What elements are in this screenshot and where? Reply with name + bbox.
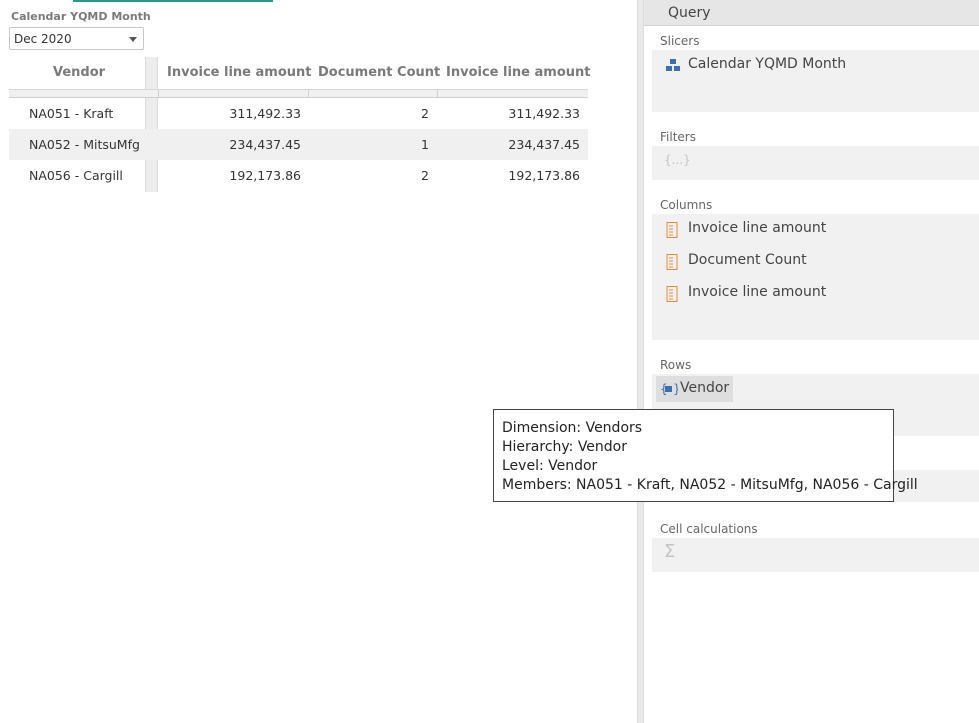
table-row[interactable]: NA052 - MitsuMfg 234,437.45 1 234,437.45	[9, 129, 588, 160]
column-header-document-count[interactable]: Document Count	[318, 57, 440, 89]
cell-invoice-line-amount-2: 311,492.33	[508, 106, 580, 121]
panel-splitter[interactable]	[637, 0, 644, 723]
column-header-vendor[interactable]: Vendor	[53, 57, 105, 89]
page: Calendar YQMD Month Dec 2020 Vendor Invo…	[0, 0, 979, 723]
table-row[interactable]: NA056 - Cargill 192,173.86 2 192,173.86	[9, 160, 588, 191]
hierarchy-icon	[666, 58, 680, 76]
column-divider[interactable]	[158, 90, 159, 98]
query-panel-title: Query	[668, 5, 711, 21]
row-item-label: Vendor	[680, 380, 730, 396]
column-item-invoice-line-amount-2[interactable]: Invoice line amount	[660, 280, 826, 306]
tooltip-line-dimension: Dimension: Vendors	[502, 420, 643, 436]
cell-document-count: 2	[421, 168, 429, 183]
cell-vendor[interactable]: NA056 - Cargill	[29, 160, 123, 191]
filters-label: Filters	[660, 130, 696, 144]
column-item-label: Invoice line amount	[688, 220, 827, 236]
columns-drop-zone[interactable]: Invoice line amount Document Count Invoi…	[652, 214, 979, 340]
row-item-vendor[interactable]: { } Vendor	[656, 376, 734, 402]
report-area: Calendar YQMD Month Dec 2020 Vendor Invo…	[0, 0, 637, 723]
cell-document-count: 2	[421, 106, 429, 121]
tooltip-line-level: Level: Vendor	[502, 458, 598, 474]
slicer-title: Calendar YQMD Month	[11, 10, 151, 23]
table-row[interactable]: NA051 - Kraft 311,492.33 2 311,492.33	[9, 98, 588, 129]
svg-text:}: }	[673, 382, 678, 396]
tooltip-line-hierarchy: Hierarchy: Vendor	[502, 439, 628, 455]
cell-document-count: 1	[421, 137, 429, 152]
cell-invoice-line-amount: 234,437.45	[229, 137, 301, 152]
cell-invoice-line-amount: 192,173.86	[229, 168, 301, 183]
dimension-set-icon: { }	[660, 381, 681, 401]
cell-vendor[interactable]: NA052 - MitsuMfg	[29, 129, 140, 160]
sigma-icon: Σ	[664, 541, 676, 562]
rows-label: Rows	[660, 358, 692, 372]
column-item-invoice-line-amount[interactable]: Invoice line amount	[660, 216, 826, 242]
cell-calculations-drop-zone[interactable]: Σ	[652, 538, 979, 572]
filters-drop-zone[interactable]: {...}	[652, 146, 979, 180]
slicer-item-label: Calendar YQMD Month	[688, 56, 847, 72]
cell-vendor[interactable]: NA051 - Kraft	[29, 98, 113, 129]
slicers-drop-zone[interactable]: Calendar YQMD Month	[652, 50, 979, 112]
dimension-tooltip: Dimension: Vendors Hierarchy: Vendor Lev…	[493, 409, 918, 502]
query-panel: Query Slicers Calendar YQMD Month Filter…	[644, 0, 979, 723]
tooltip-line-members: Members: NA051 - Kraft, NA052 - MitsuMfg…	[502, 477, 918, 493]
measure-icon	[666, 286, 678, 306]
query-panel-header[interactable]: Query	[644, 0, 979, 26]
table-header: Vendor Invoice line amount Document Coun…	[9, 57, 591, 89]
slicers-label: Slicers	[660, 34, 700, 48]
column-header-invoice-line-amount-2[interactable]: Invoice line amount	[446, 57, 591, 89]
cell-invoice-line-amount-2: 192,173.86	[508, 168, 580, 183]
slicer-item-calendar-yqmd-month[interactable]: Calendar YQMD Month	[660, 52, 846, 78]
slicer-selected-value: Dec 2020	[14, 32, 72, 46]
column-item-label: Document Count	[688, 252, 807, 268]
cell-calculations-label: Cell calculations	[660, 522, 758, 536]
column-divider[interactable]	[437, 90, 438, 98]
active-tab-indicator	[73, 0, 273, 2]
column-divider[interactable]	[308, 90, 309, 98]
cell-invoice-line-amount-2: 234,437.45	[508, 137, 580, 152]
chevron-down-icon	[129, 37, 137, 42]
measure-icon	[666, 254, 678, 274]
measure-icon	[666, 222, 678, 242]
header-resize-bar	[9, 89, 588, 98]
column-item-document-count[interactable]: Document Count	[660, 248, 807, 274]
column-header-invoice-line-amount[interactable]: Invoice line amount	[167, 57, 312, 89]
column-item-label: Invoice line amount	[688, 284, 827, 300]
cell-invoice-line-amount: 311,492.33	[229, 106, 301, 121]
month-slicer-dropdown[interactable]: Dec 2020	[9, 27, 144, 50]
columns-label: Columns	[660, 198, 713, 212]
filter-placeholder-icon: {...}	[664, 153, 691, 167]
pivot-table: Vendor Invoice line amount Document Coun…	[9, 57, 591, 192]
